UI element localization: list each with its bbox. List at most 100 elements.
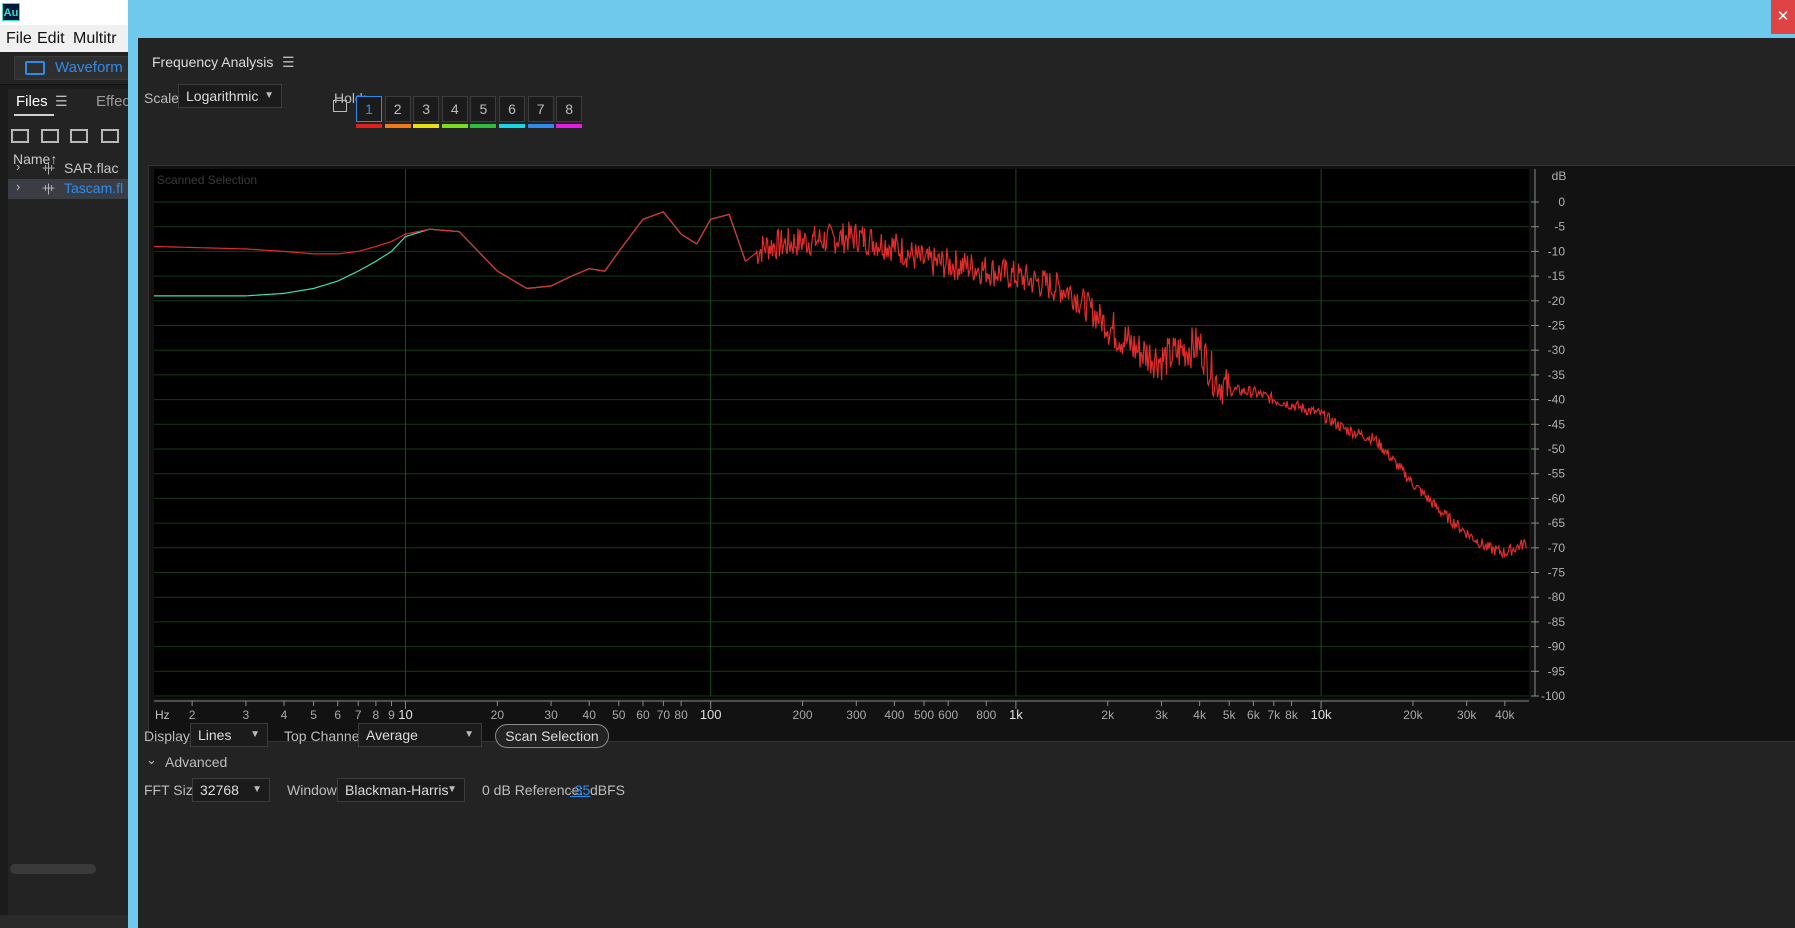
hold-button-4[interactable]: 4 (441, 96, 468, 122)
y-tick-label: -95 (1548, 664, 1566, 678)
frequency-analysis-window: ✕ Frequency Analysis ☰ Scale: Logarithmi… (128, 0, 1795, 928)
scale-value: Logarithmic (186, 88, 259, 104)
y-tick-label: -60 (1548, 491, 1566, 505)
hamburger-menu-icon[interactable]: ☰ (55, 93, 68, 110)
hold-color-bar-2 (384, 124, 411, 128)
hold-color-bar-5 (470, 124, 497, 128)
hold-button-3[interactable]: 3 (413, 96, 440, 122)
x-tick-label: 40k (1495, 708, 1515, 722)
y-tick-label: -25 (1548, 319, 1566, 333)
open-folder-icon[interactable] (11, 129, 29, 143)
scale-dropdown[interactable]: Logarithmic ▼ (178, 84, 282, 108)
y-axis-label: dB (1552, 169, 1567, 183)
x-tick-label: 7k (1267, 708, 1281, 722)
files-tab[interactable]: Files (16, 93, 48, 110)
x-tick-label: 600 (938, 708, 958, 722)
y-tick-label: -5 (1554, 220, 1565, 234)
file-row[interactable]: › +|+ SAR.flac (8, 159, 130, 179)
chevron-down-icon: ▼ (252, 784, 262, 795)
close-window-button[interactable]: ✕ (1771, 0, 1795, 34)
file-row-selected[interactable]: › +|+ Tascam.fl (8, 179, 130, 199)
window-dropdown[interactable]: Blackman-Harris ▼ (337, 778, 465, 802)
x-tick-label: 4k (1193, 708, 1207, 722)
new-file-icon[interactable] (70, 129, 88, 143)
x-tick-label: 50 (612, 708, 626, 722)
spectrum-plot[interactable]: 0 -5 -10 -15 -20 -25 -30 -35 -40 -45 -50 -55 -60 -65 -… (148, 165, 1795, 742)
x-tick-label: 8 (373, 708, 380, 722)
menu-edit[interactable]: Edit (37, 30, 65, 48)
panel-title: Frequency Analysis (152, 54, 274, 70)
plot-background (154, 169, 1529, 698)
hold-color-bar-8 (556, 124, 583, 128)
x-tick-label: 3k (1155, 708, 1169, 722)
x-tick-label: 30k (1457, 708, 1477, 722)
y-tick-label: -10 (1548, 244, 1566, 258)
scan-selection-button[interactable]: Scan Selection (495, 724, 609, 748)
active-tab-indicator (14, 114, 54, 116)
file-name: Tascam.fl (64, 180, 124, 196)
horizontal-scrollbar[interactable] (10, 864, 96, 874)
y-tick-label: -50 (1548, 442, 1566, 456)
import-icon[interactable] (41, 129, 59, 143)
y-tick-label: -100 (1541, 689, 1565, 703)
db-reference-value[interactable]: -35 (570, 782, 590, 798)
fft-size-dropdown[interactable]: 32768 ▼ (192, 778, 270, 802)
hold-color-bar-4 (441, 124, 468, 128)
display-label: Display: (144, 728, 194, 744)
hold-button-2[interactable]: 2 (384, 96, 411, 122)
x-tick-label: 2k (1101, 708, 1115, 722)
menu-file[interactable]: File (6, 30, 32, 48)
display-value: Lines (198, 727, 232, 743)
hold-color-bar-6 (499, 124, 525, 128)
app-titlebar: Au (0, 0, 130, 25)
chevron-down-icon: ▼ (464, 729, 474, 740)
y-tick-label: -20 (1548, 294, 1566, 308)
hold-button-5[interactable]: 5 (470, 96, 497, 122)
x-tick-label: 300 (846, 708, 866, 722)
chevron-down-icon[interactable]: ⌄ (146, 752, 157, 768)
x-tick-label: 40 (583, 708, 597, 722)
x-tick-label: 20k (1403, 708, 1423, 722)
hold-button-1[interactable]: 1 (356, 96, 382, 122)
top-channel-label: Top Channel: (284, 728, 367, 744)
advanced-toggle[interactable]: Advanced (165, 754, 227, 770)
chart-annotation: Scanned Selection (157, 173, 257, 187)
hold-color-bar-7 (527, 124, 554, 128)
waveform-file-icon: +|+ (42, 161, 55, 175)
waveform-label: Waveform (55, 59, 123, 76)
hold-button-6[interactable]: 6 (499, 96, 525, 122)
db-reference-label: 0 dB Reference: (482, 782, 584, 798)
x-tick-label: 5 (310, 708, 317, 722)
x-tick-label: 7 (355, 708, 362, 722)
menu-multitrack[interactable]: Multitr (73, 30, 117, 48)
chevron-right-icon[interactable]: › (16, 179, 20, 194)
y-tick-label: -30 (1548, 343, 1566, 357)
x-tick-label: 20 (491, 708, 505, 722)
top-channel-dropdown[interactable]: Average ▼ (358, 723, 482, 747)
x-tick-label: 10k (1311, 707, 1332, 722)
db-reference-unit: dBFS (590, 782, 626, 798)
panel-menu-icon[interactable]: ☰ (282, 54, 295, 71)
y-tick-label: -45 (1548, 417, 1566, 431)
chevron-down-icon: ▼ (250, 729, 260, 740)
x-tick-label: 6 (334, 708, 341, 722)
chevron-right-icon[interactable]: › (16, 159, 20, 174)
x-tick-label: 70 (657, 708, 671, 722)
x-tick-label: 60 (636, 708, 650, 722)
x-tick-label: 500 (914, 708, 934, 722)
waveform-workspace-button[interactable]: Waveform (14, 56, 130, 80)
hold-button-8[interactable]: 8 (556, 96, 583, 122)
x-tick-label: 30 (544, 708, 558, 722)
waveform-file-icon: +|+ (42, 181, 55, 195)
y-tick-label: -75 (1548, 566, 1566, 580)
y-tick-label: -80 (1548, 590, 1566, 604)
hold-button-7[interactable]: 7 (527, 96, 554, 122)
chevron-down-icon: ▼ (264, 90, 274, 101)
x-tick-label: 2 (189, 708, 196, 722)
x-tick-label: 800 (976, 708, 996, 722)
insert-icon[interactable] (101, 129, 119, 143)
y-tick-label: -35 (1548, 368, 1566, 382)
waveform-icon (25, 61, 45, 75)
display-dropdown[interactable]: Lines ▼ (190, 723, 268, 747)
x-tick-label: 400 (884, 708, 904, 722)
